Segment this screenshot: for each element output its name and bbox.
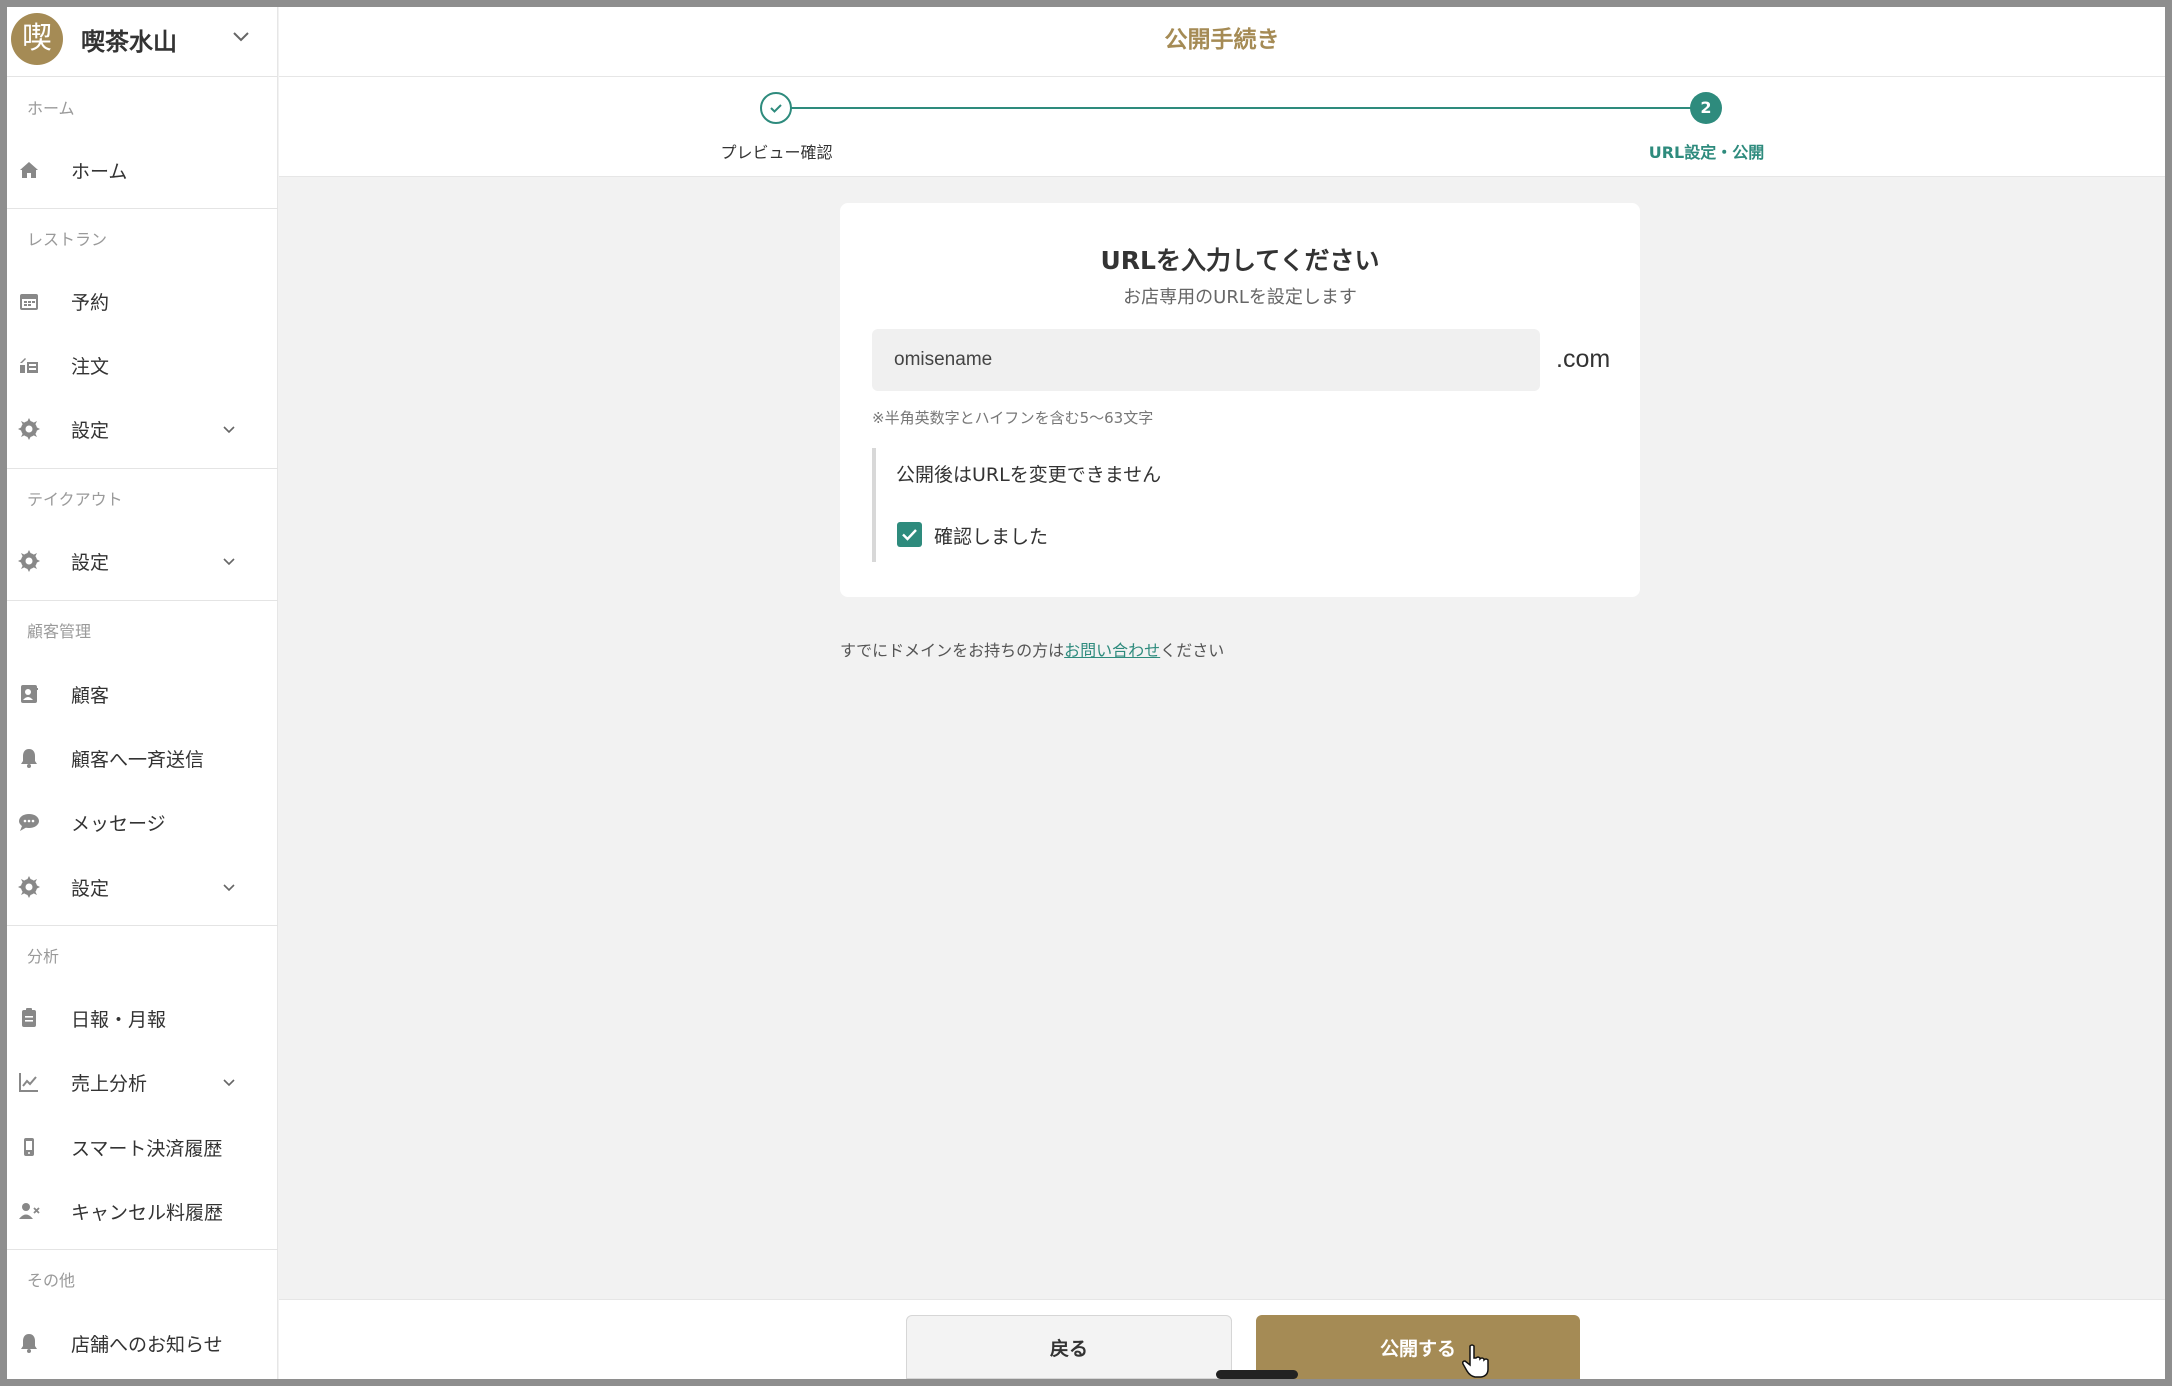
calendar-icon bbox=[20, 294, 38, 310]
sidebar-item-label: 設定 bbox=[71, 420, 110, 442]
url-input[interactable] bbox=[872, 329, 1540, 391]
sidebar-item-customers[interactable]: 顧客 bbox=[7, 668, 278, 720]
sidebar: 喫 喫茶水山 ホーム ホーム レストラン 予約 注文 設定 テイクアウト 設定 … bbox=[7, 7, 278, 1379]
sidebar-item-label: メッセージ bbox=[71, 813, 166, 835]
stepper-line bbox=[777, 107, 1707, 109]
page-title: 公開手続き bbox=[1164, 27, 1280, 53]
sidebar-item-reports[interactable]: 日報・月報 bbox=[7, 992, 278, 1044]
sidebar-item-home[interactable]: ホーム bbox=[7, 144, 278, 196]
section-label-analytics: 分析 bbox=[27, 947, 60, 966]
sidebar-item-broadcast[interactable]: 顧客へ一斉送信 bbox=[7, 732, 278, 784]
card-subtitle: お店専用のURLを設定します bbox=[1123, 287, 1357, 308]
sidebar-item-customer-settings[interactable]: 設定 bbox=[7, 861, 278, 913]
url-card: URLを入力してください お店専用のURLを設定します .com ※半角英数字と… bbox=[840, 203, 1640, 597]
check-icon bbox=[902, 529, 917, 541]
sidebar-item-sales-analysis[interactable]: 売上分析 bbox=[7, 1056, 278, 1108]
sidebar-item-restaurant-settings[interactable]: 設定 bbox=[7, 403, 278, 455]
sidebar-item-label: 設定 bbox=[71, 878, 110, 900]
sidebar-item-label: 顧客へ一斉送信 bbox=[71, 749, 205, 771]
chart-line-icon bbox=[19, 1073, 38, 1092]
sidebar-item-label: 注文 bbox=[71, 356, 110, 378]
user-x-icon bbox=[19, 1203, 40, 1219]
sidebar-item-order[interactable]: 注文 bbox=[7, 339, 278, 391]
section-label-takeout: テイクアウト bbox=[27, 490, 123, 509]
main-content: 公開手続き 2 プレビュー確認 URL設定・公開 URLを入力してください お店… bbox=[279, 7, 2165, 1379]
sidebar-item-messages[interactable]: メッセージ bbox=[7, 796, 278, 848]
warning-text: 公開後はURLを変更できません bbox=[896, 464, 1162, 486]
chat-icon bbox=[19, 814, 39, 831]
divider bbox=[7, 600, 278, 601]
home-indicator bbox=[1216, 1370, 1298, 1379]
sidebar-item-label: ホーム bbox=[71, 161, 128, 183]
sidebar-item-label: 予約 bbox=[71, 292, 110, 314]
gear-icon bbox=[18, 876, 40, 898]
stepper: 2 プレビュー確認 URL設定・公開 bbox=[279, 77, 2165, 177]
app-window: 喫 喫茶水山 ホーム ホーム レストラン 予約 注文 設定 テイクアウト 設定 … bbox=[7, 7, 2165, 1379]
gear-icon bbox=[18, 418, 40, 440]
sidebar-item-label: 店舗へのお知らせ bbox=[71, 1334, 223, 1356]
sidebar-item-label: 日報・月報 bbox=[71, 1009, 167, 1031]
url-suffix: .com bbox=[1556, 345, 1611, 373]
divider bbox=[7, 925, 278, 926]
section-label-customers: 顧客管理 bbox=[27, 622, 92, 641]
section-label-restaurant: レストラン bbox=[27, 230, 108, 249]
sidebar-item-reservation[interactable]: 予約 bbox=[7, 275, 278, 327]
sidebar-item-label: 売上分析 bbox=[71, 1073, 148, 1095]
sidebar-item-store-notices[interactable]: 店舗へのお知らせ bbox=[7, 1317, 278, 1369]
step-2-indicator: 2 bbox=[1690, 92, 1722, 124]
sidebar-item-label: スマート決済履歴 bbox=[71, 1138, 223, 1160]
warning-box: 公開後はURLを変更できません 確認しました bbox=[872, 448, 1612, 562]
back-button[interactable]: 戻る bbox=[906, 1315, 1232, 1379]
url-note: ※半角英数字とハイフンを含む5〜63文字 bbox=[872, 409, 1154, 427]
home-icon bbox=[20, 162, 38, 178]
divider bbox=[7, 468, 278, 469]
contact-book-icon bbox=[21, 685, 38, 703]
store-name: 喫茶水山 bbox=[81, 28, 177, 56]
chevron-down-icon bbox=[223, 884, 235, 892]
clipboard-icon bbox=[22, 1008, 36, 1027]
domain-note-text-end: ください bbox=[1160, 641, 1225, 660]
confirm-checkbox[interactable] bbox=[897, 522, 922, 547]
header: 公開手続き bbox=[279, 7, 2165, 77]
sidebar-item-label: 顧客 bbox=[71, 685, 110, 707]
order-icon bbox=[20, 358, 38, 373]
confirm-label[interactable]: 確認しました bbox=[934, 522, 1048, 549]
bell-icon bbox=[21, 749, 37, 768]
gear-icon bbox=[18, 550, 40, 572]
hand-cursor-icon bbox=[1462, 1344, 1489, 1378]
step-1-indicator bbox=[760, 92, 792, 124]
domain-note: すでにドメインをお持ちの方はお問い合わせください bbox=[840, 637, 1224, 661]
publish-button[interactable]: 公開する bbox=[1256, 1315, 1580, 1379]
chevron-down-icon bbox=[223, 558, 235, 566]
sidebar-item-label: 設定 bbox=[71, 552, 110, 574]
contact-link[interactable]: お問い合わせ bbox=[1064, 641, 1160, 660]
divider bbox=[7, 76, 278, 77]
step-1-label: プレビュー確認 bbox=[720, 143, 833, 162]
check-icon bbox=[770, 104, 782, 113]
step-2-label: URL設定・公開 bbox=[1648, 143, 1765, 162]
store-logo: 喫 bbox=[11, 13, 63, 65]
section-label-other: その他 bbox=[27, 1271, 76, 1290]
sidebar-item-takeout-settings[interactable]: 設定 bbox=[7, 535, 278, 587]
chevron-down-icon[interactable] bbox=[229, 25, 253, 49]
bell-icon bbox=[21, 1334, 37, 1353]
chevron-down-icon bbox=[223, 1079, 235, 1087]
sidebar-item-label: キャンセル料履歴 bbox=[71, 1202, 224, 1224]
section-label-home: ホーム bbox=[27, 99, 75, 118]
domain-note-text: すでにドメインをお持ちの方は bbox=[840, 641, 1065, 660]
chevron-down-icon bbox=[223, 426, 235, 434]
sidebar-item-smart-payment-history[interactable]: スマート決済履歴 bbox=[7, 1121, 278, 1173]
card-title: URLを入力してください bbox=[1100, 246, 1380, 275]
store-switcher[interactable]: 喫 喫茶水山 bbox=[7, 7, 278, 75]
phone-icon bbox=[24, 1138, 34, 1156]
sidebar-item-cancel-fee-history[interactable]: キャンセル料履歴 bbox=[7, 1185, 278, 1237]
divider bbox=[7, 1249, 278, 1250]
divider bbox=[7, 208, 278, 209]
